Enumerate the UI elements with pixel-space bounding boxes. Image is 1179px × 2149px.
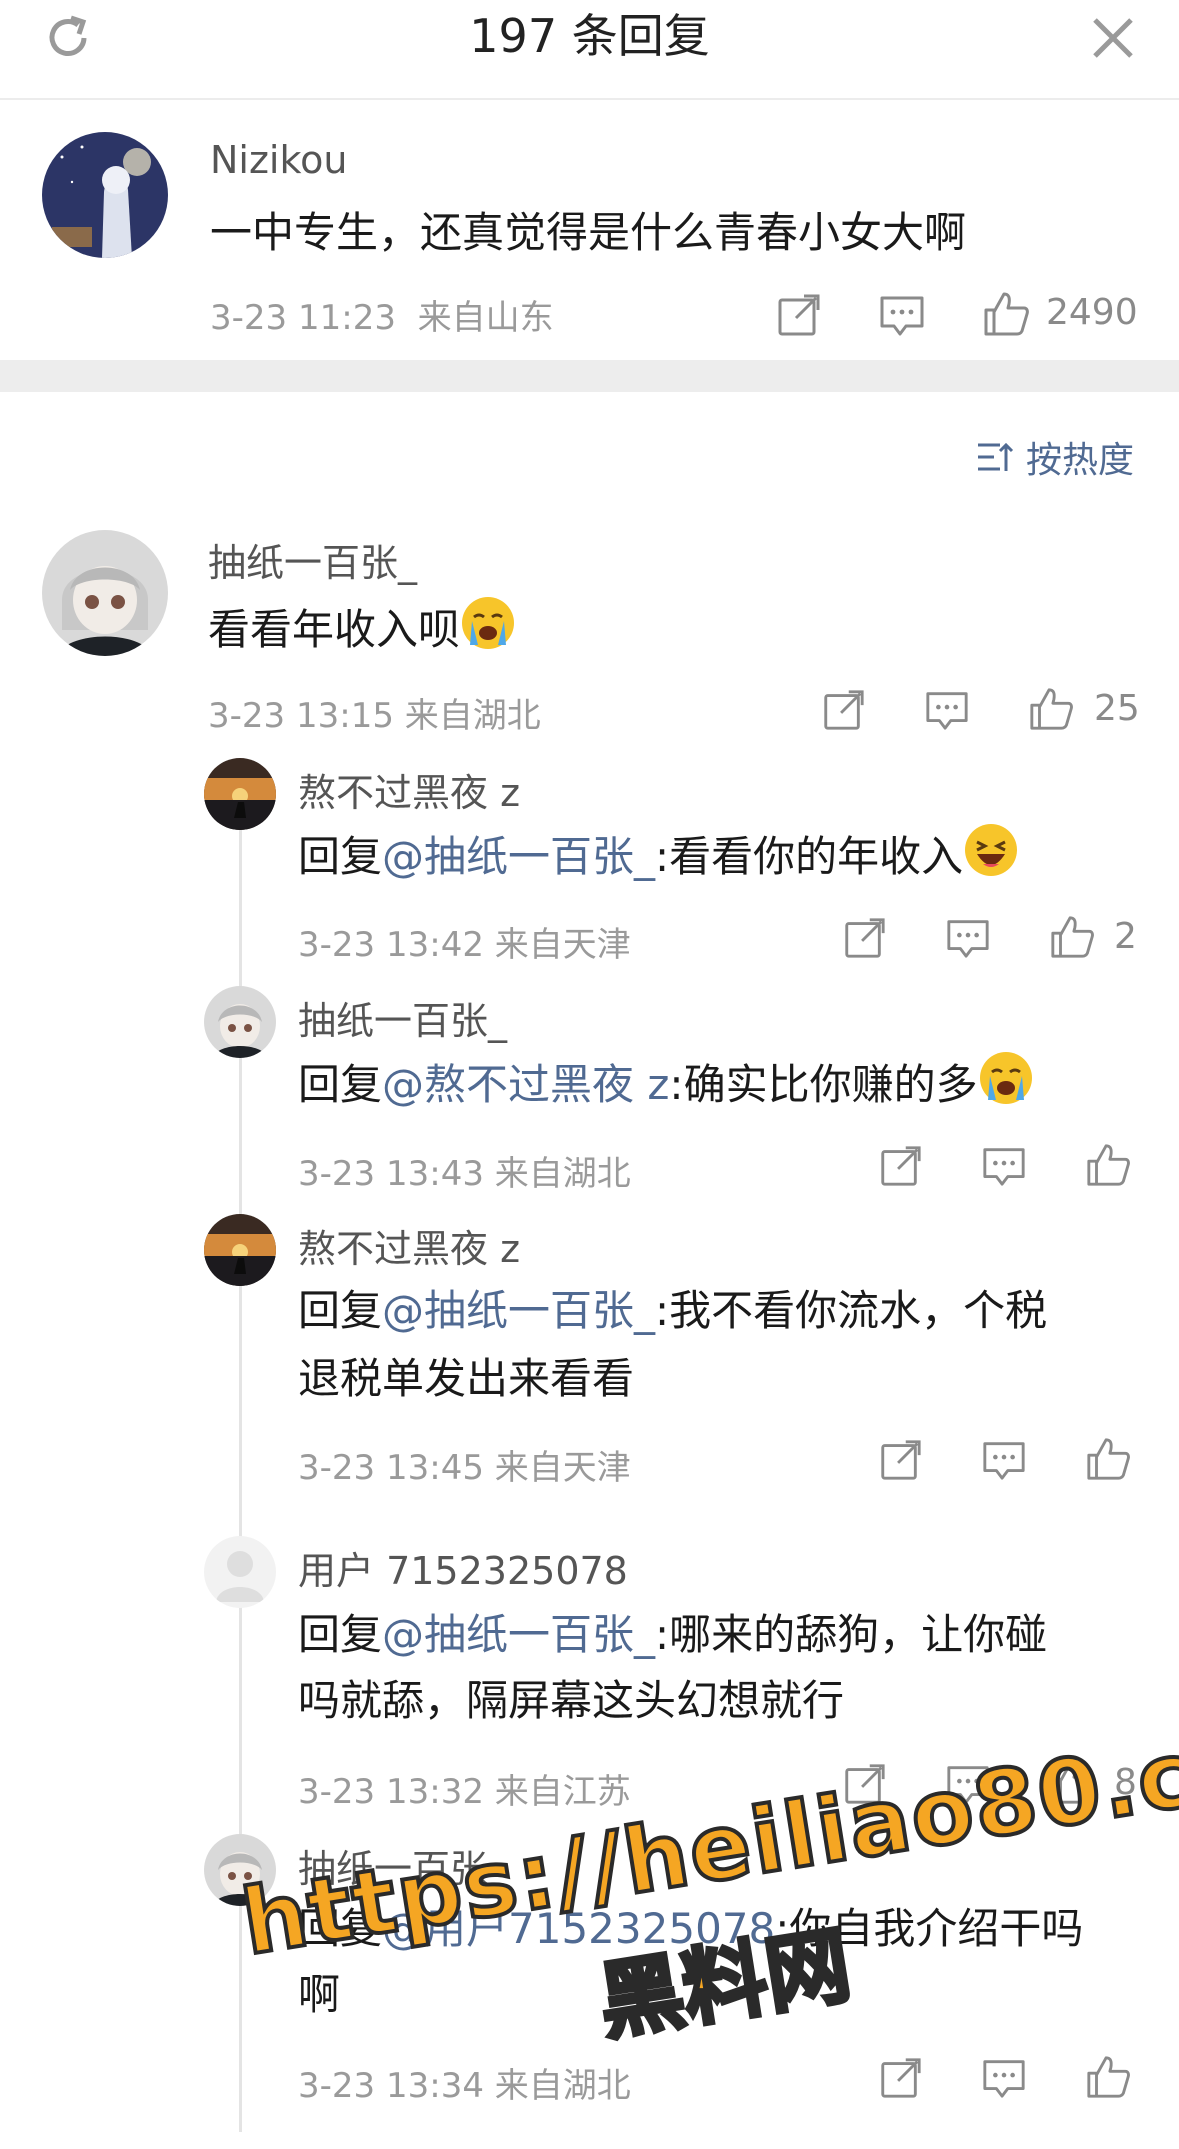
reply-username[interactable]: 熬不过黑夜 z <box>298 1218 520 1273</box>
share-icon[interactable] <box>774 290 822 342</box>
mention-link[interactable]: @用户7152325078 <box>382 1904 775 1953</box>
share-icon[interactable] <box>877 2054 923 2104</box>
like-count: 8 <box>1114 1762 1137 1803</box>
avatar[interactable] <box>42 132 168 258</box>
reply-text-line2: 吗就舔，隔屏幕这头幻想就行 <box>298 1676 845 1725</box>
header-bar: 197 条回复 <box>0 0 1179 100</box>
reply-text: 回复@熬不过黑夜 z:确实比你赚的多 <box>298 1050 1034 1125</box>
like-count: 2490 <box>1046 292 1138 333</box>
reply-meta: 3-23 13:32 来自江苏 <box>298 1772 631 1812</box>
avatar[interactable] <box>204 758 276 830</box>
comment-icon[interactable] <box>981 2054 1027 2104</box>
comment-meta: 3-23 11:23 来自山东 <box>210 290 554 339</box>
reply-username[interactable]: 抽纸一百张_ <box>298 1838 507 1893</box>
comment-text: 一中专生，还真觉得是什么青春小女大啊 <box>210 208 967 257</box>
reply-meta: 3-23 13:15 来自湖北 <box>208 696 541 736</box>
mention-link[interactable]: @抽纸一百张_ <box>382 832 655 881</box>
reply-meta: 3-23 13:42 来自天津 <box>298 925 631 965</box>
section-divider <box>0 360 1179 392</box>
share-icon[interactable] <box>877 1436 923 1486</box>
reply-meta: 3-23 13:34 来自湖北 <box>298 2066 631 2106</box>
comment-icon[interactable] <box>945 914 991 964</box>
reply-text: 回复@用户7152325078:你自我介绍干吗 <box>298 1904 1084 1953</box>
reply-text: 回复@抽纸一百张_:我不看你流水，个税 <box>298 1286 1048 1335</box>
share-icon[interactable] <box>820 686 866 736</box>
share-icon[interactable] <box>877 1142 923 1192</box>
crying-emoji <box>978 1050 1034 1125</box>
reply-username[interactable]: 熬不过黑夜 z <box>298 762 520 817</box>
avatar[interactable] <box>204 1536 276 1608</box>
crying-emoji <box>460 595 516 670</box>
like-icon[interactable] <box>1028 686 1074 736</box>
reply-text: 回复@抽纸一百张_:看看你的年收入 <box>298 822 1019 897</box>
sort-icon <box>978 442 1014 471</box>
like-count: 25 <box>1094 688 1140 729</box>
reply-meta: 3-23 13:45 来自天津 <box>298 1448 631 1488</box>
reply-text: 看看年收入呗 <box>208 595 516 670</box>
comment-time: 3-23 11:23 <box>210 298 396 338</box>
avatar[interactable] <box>42 530 168 656</box>
reply-text-line2: 退税单发出来看看 <box>298 1354 635 1403</box>
sort-label: 按热度 <box>1026 440 1135 481</box>
share-icon[interactable] <box>841 1760 887 1810</box>
like-icon[interactable] <box>1085 2054 1131 2104</box>
comment-icon[interactable] <box>981 1436 1027 1486</box>
laughing-emoji <box>963 822 1019 897</box>
share-icon[interactable] <box>841 914 887 964</box>
comment-location: 来自山东 <box>417 298 554 338</box>
avatar[interactable] <box>204 986 276 1058</box>
reply-meta: 3-23 13:43 来自湖北 <box>298 1154 631 1194</box>
mention-link[interactable]: @熬不过黑夜 z <box>382 1060 669 1109</box>
avatar[interactable] <box>204 1214 276 1286</box>
like-icon[interactable] <box>1049 1760 1095 1810</box>
reply-text-line2: 啊 <box>298 1970 341 2019</box>
avatar[interactable] <box>204 1834 276 1906</box>
reply-username[interactable]: 用户 7152325078 <box>298 1540 628 1595</box>
comment-username[interactable]: Nizikou <box>210 138 347 182</box>
mention-link[interactable]: @抽纸一百张_ <box>382 1286 655 1335</box>
comment-icon[interactable] <box>924 686 970 736</box>
comment-icon[interactable] <box>945 1760 991 1810</box>
like-icon[interactable] <box>982 290 1030 342</box>
like-icon[interactable] <box>1085 1436 1131 1486</box>
reply-text: 回复@抽纸一百张_:哪来的舔狗，让你碰 <box>298 1610 1048 1659</box>
page-title: 197 条回复 <box>469 9 710 63</box>
like-icon[interactable] <box>1085 1142 1131 1192</box>
sort-toggle[interactable]: 按热度 <box>974 432 1134 482</box>
close-icon[interactable] <box>1083 8 1143 68</box>
like-count: 2 <box>1114 916 1137 957</box>
comment-icon[interactable] <box>878 290 926 342</box>
comment-icon[interactable] <box>981 1142 1027 1192</box>
mention-link[interactable]: @抽纸一百张_ <box>382 1610 655 1659</box>
like-icon[interactable] <box>1049 914 1095 964</box>
reply-username[interactable]: 抽纸一百张_ <box>208 532 417 587</box>
reply-username[interactable]: 抽纸一百张_ <box>298 990 507 1045</box>
